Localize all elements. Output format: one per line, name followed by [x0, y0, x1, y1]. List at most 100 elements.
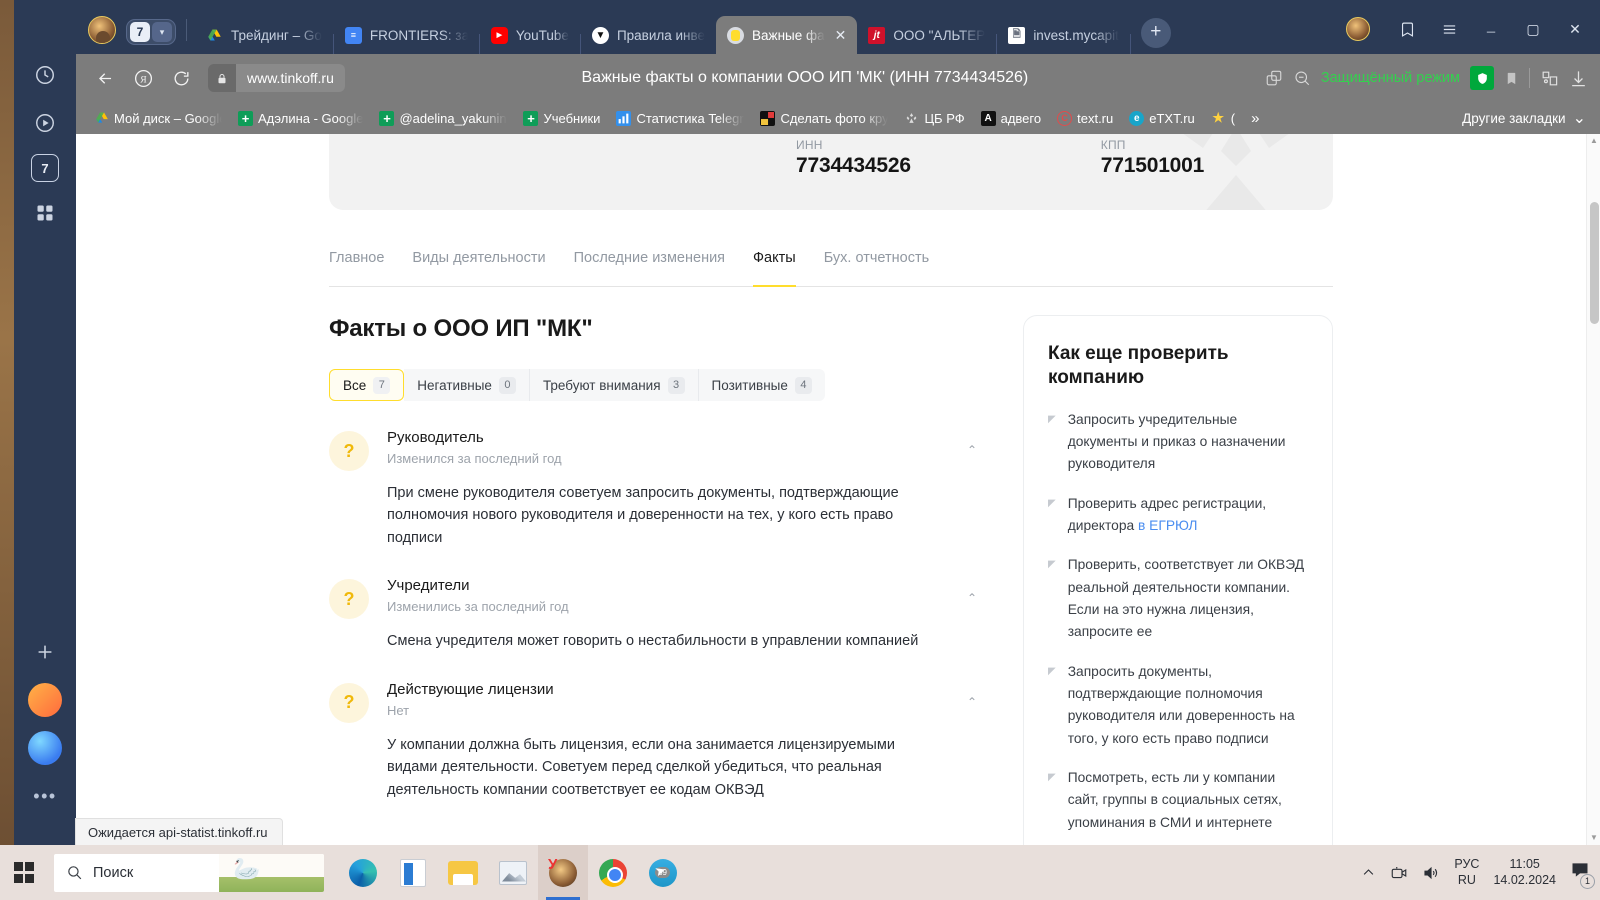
sidebar-more-icon[interactable]: •••	[28, 779, 62, 813]
browser-tab-active[interactable]: Важные фа ✕	[716, 16, 858, 54]
tab-group-button[interactable]: 7 ▾	[126, 19, 176, 45]
bookmark-item-9[interactable]: e eTXT.ru	[1121, 106, 1203, 130]
shield-icon[interactable]	[1470, 66, 1494, 90]
tab-poslednie-izmeneniya[interactable]: Последние изменения	[574, 250, 725, 276]
alice-assistant-icon[interactable]	[28, 731, 62, 765]
volume-icon[interactable]	[1422, 864, 1440, 882]
tab-glavnoe[interactable]: Главное	[329, 250, 384, 276]
bookmark-item-4[interactable]: Статистика Telegram	[608, 106, 752, 130]
filter-positive[interactable]: Позитивные 4	[698, 369, 825, 401]
advego-icon: A	[980, 110, 996, 126]
fact-subtitle: Нет	[387, 702, 410, 718]
filter-count: 0	[498, 376, 516, 394]
apps-grid-icon[interactable]	[28, 196, 62, 230]
taskbar-app-photos[interactable]	[488, 845, 538, 900]
taskbar-app-edge[interactable]	[338, 845, 388, 900]
page-title-in-addressbar: Важные факты о компании ООО ИП 'МК' (ИНН…	[581, 69, 1029, 86]
copy-page-icon[interactable]	[1265, 69, 1283, 87]
filter-all[interactable]: Все 7	[329, 369, 405, 401]
account-avatar[interactable]	[1346, 17, 1370, 41]
other-bookmarks-button[interactable]: Другие закладки ⌄	[1462, 108, 1592, 128]
mail-app-icon[interactable]	[28, 683, 62, 717]
url-bar[interactable]: www.tinkoff.ru	[208, 64, 345, 92]
chevron-up-icon[interactable]: ⌃	[967, 443, 977, 457]
taskbar-search[interactable]: Поиск	[54, 853, 324, 892]
history-icon[interactable]	[28, 58, 62, 92]
chevron-up-icon[interactable]: ⌃	[967, 591, 977, 605]
bookmark-item-5[interactable]: Сделать фото круг	[752, 106, 896, 130]
notification-count: 1	[1580, 874, 1595, 889]
bookmark-item-2[interactable]: @adelina_yakunina	[371, 106, 515, 130]
bookmark-item-10[interactable]: ★ (	[1203, 106, 1243, 130]
add-bookmark-icon[interactable]	[1504, 70, 1519, 87]
media-player-icon[interactable]	[28, 106, 62, 140]
scroll-down-icon[interactable]: ▼	[1587, 831, 1600, 845]
scroll-up-icon[interactable]: ▲	[1587, 134, 1600, 148]
show-hidden-icons-button[interactable]	[1361, 865, 1376, 880]
fact-text: У компании должна быть лицензия, если он…	[387, 736, 895, 798]
search-icon	[68, 866, 82, 880]
tab-vidy-deyatelnosti[interactable]: Виды деятельности	[412, 250, 545, 276]
facts-filter-group: Все 7 Негативные 0 Требуют внимания 3 По…	[329, 369, 981, 401]
collections-icon[interactable]	[1540, 69, 1559, 88]
browser-menu-icon[interactable]	[1430, 16, 1468, 42]
page-scrollbar[interactable]: ▲ ▼	[1586, 134, 1600, 845]
bookmark-item-6[interactable]: ЦБ РФ	[896, 106, 972, 130]
sidebar-tab-counter[interactable]: 7	[31, 154, 59, 182]
reload-button[interactable]	[164, 62, 198, 94]
language-indicator[interactable]: РУС RU	[1454, 857, 1479, 888]
bookmark-item-0[interactable]: Мой диск – Google	[86, 106, 230, 130]
bookmark-manager-icon[interactable]	[1388, 16, 1426, 42]
google-drive-icon	[206, 27, 223, 44]
tab-label: Трейдинг – Go	[231, 27, 322, 43]
browser-tab-1[interactable]: ≡ FRONTIERS: за	[334, 16, 479, 54]
minimize-window-button[interactable]: ﹘	[1472, 16, 1510, 42]
egrul-link[interactable]: в ЕГРЮЛ	[1138, 518, 1197, 533]
downloads-icon[interactable]	[1569, 69, 1588, 88]
taskbar-app-chrome[interactable]	[588, 845, 638, 900]
taskbar-app-explorer[interactable]	[438, 845, 488, 900]
taskbar-app-telegram[interactable]: 69	[638, 845, 688, 900]
chevron-down-icon[interactable]: ▾	[152, 22, 172, 42]
browser-tab-3[interactable]: ▼ Правила инве	[581, 16, 716, 54]
browser-tab-2[interactable]: YouTube	[480, 16, 580, 54]
tab-fakty[interactable]: Факты	[753, 250, 796, 287]
taskbar-app-yandex-browser[interactable]	[538, 845, 588, 900]
start-button[interactable]	[0, 845, 48, 900]
camera-icon[interactable]	[1390, 864, 1408, 882]
cbr-icon	[904, 111, 919, 126]
taskbar-app-word[interactable]	[388, 845, 438, 900]
notifications-button[interactable]: 1	[1570, 860, 1595, 889]
tab-buh-otchetnost[interactable]: Бух. отчетность	[824, 250, 929, 276]
add-sidebar-item-icon[interactable]	[28, 635, 62, 669]
fact-body: Действующие лицензии Нет У компании долж…	[387, 681, 981, 801]
list-item-text: Проверить адрес регистрации, директора в…	[1067, 495, 1267, 533]
clock[interactable]: 11:05 14.02.2024	[1493, 857, 1556, 888]
bookmark-item-1[interactable]: Адэлина - Google	[230, 106, 371, 130]
address-bar-actions: Защищённый режим	[1265, 66, 1588, 90]
fact-text: Смена учредителя может говорить о нестаб…	[387, 633, 919, 650]
windows-taskbar: Поиск 69	[0, 845, 1600, 900]
browser-tab-6[interactable]: 🗎 invest.mycapit	[997, 16, 1130, 54]
back-button[interactable]	[88, 62, 122, 94]
bookmarks-overflow-button[interactable]: »	[1243, 110, 1267, 127]
fact-body: Руководитель Изменился за последний год …	[387, 429, 981, 549]
chevron-up-icon[interactable]: ⌃	[967, 695, 977, 709]
svg-text:Я: Я	[140, 74, 147, 85]
close-icon[interactable]: ✕	[835, 28, 847, 42]
zoom-out-icon[interactable]	[1293, 69, 1311, 87]
profile-avatar[interactable]	[88, 16, 116, 44]
bookmark-item-7[interactable]: A адвего	[973, 106, 1050, 130]
browser-tab-5[interactable]: jt ООО "АЛЬТЕР	[857, 16, 996, 54]
filter-attention[interactable]: Требуют внимания 3	[529, 369, 699, 401]
new-tab-button[interactable]: +	[1140, 18, 1171, 48]
bookmark-item-8[interactable]: C text.ru	[1049, 106, 1121, 130]
yandex-home-button[interactable]: Я	[126, 62, 160, 94]
browser-tab-0[interactable]: Трейдинг – Go	[195, 16, 333, 54]
scrollbar-thumb[interactable]	[1590, 202, 1599, 324]
filter-negative[interactable]: Негативные 0	[404, 369, 530, 401]
maximize-window-button[interactable]: ▢	[1514, 16, 1552, 42]
bookmark-item-3[interactable]: Учебники	[515, 106, 608, 130]
close-window-button[interactable]: ✕	[1556, 16, 1594, 42]
jt-icon: jt	[868, 26, 886, 44]
